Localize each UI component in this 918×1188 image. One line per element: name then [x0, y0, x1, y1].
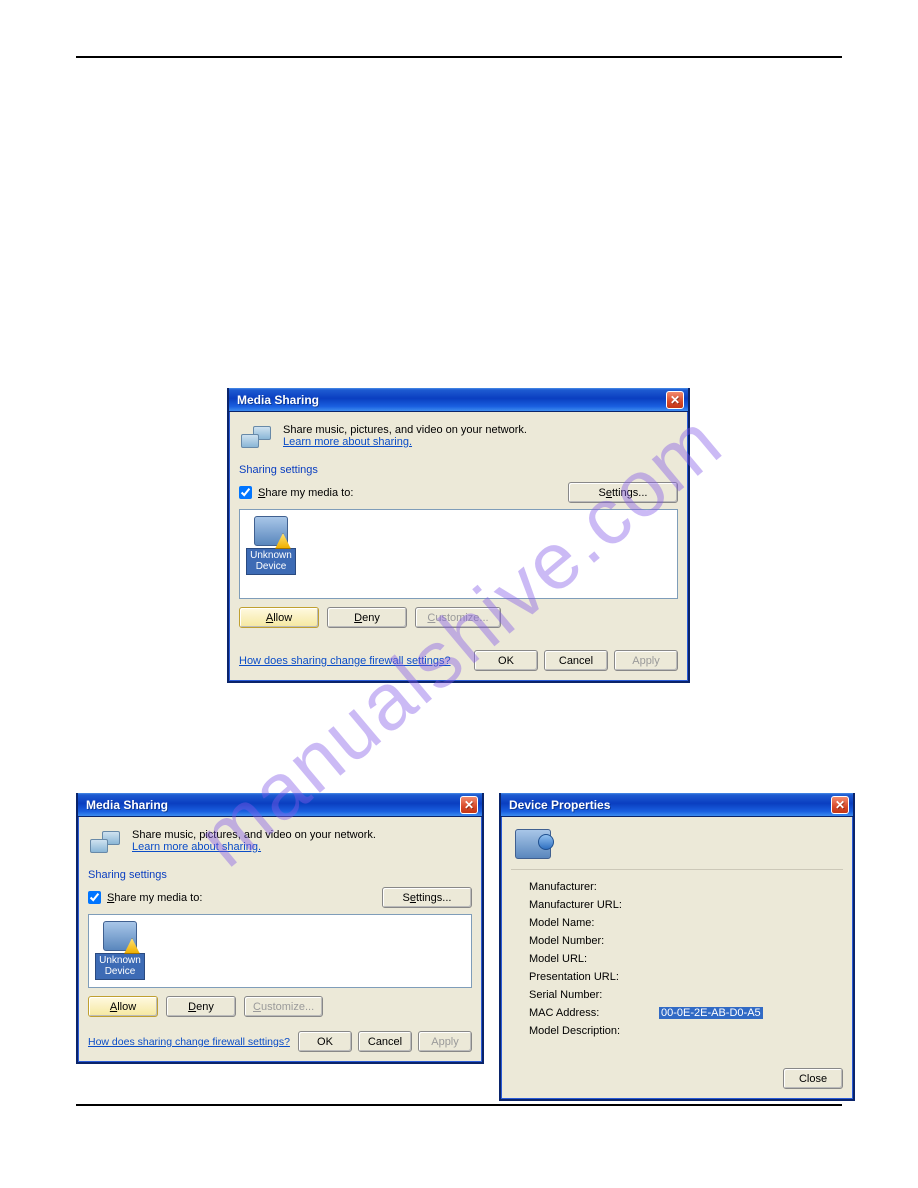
- allow-button[interactable]: Allow: [88, 996, 158, 1017]
- mac-address-value[interactable]: 00-0E-2E-AB-D0-A5: [659, 1007, 763, 1019]
- titlebar[interactable]: Media Sharing ✕: [78, 793, 482, 817]
- page-rule-bottom: [76, 1104, 842, 1106]
- share-checkbox-input[interactable]: [88, 891, 101, 904]
- device-icon: [254, 516, 288, 546]
- field-model-url: Model URL:: [529, 950, 843, 968]
- title: Device Properties: [509, 798, 831, 812]
- device-list[interactable]: Unknown Device: [88, 914, 472, 988]
- page-rule-top: [76, 56, 842, 58]
- share-checkbox[interactable]: Share my media to:: [239, 486, 353, 499]
- customize-button: Customize...: [415, 607, 501, 628]
- learn-more-link[interactable]: Learn more about sharing.: [283, 436, 412, 448]
- ok-button[interactable]: OK: [298, 1031, 352, 1052]
- media-sharing-dialog-2: Media Sharing ✕ Share music, pictures, a…: [76, 793, 484, 1064]
- intro-row: Share music, pictures, and video on your…: [239, 420, 678, 458]
- device-icon: [103, 921, 137, 951]
- device-properties-dialog: Device Properties ✕ Manufacturer: Manufa…: [499, 793, 855, 1101]
- field-model-description: Model Description:: [529, 1022, 843, 1040]
- field-presentation-url: Presentation URL:: [529, 968, 843, 986]
- share-checkbox-input[interactable]: [239, 486, 252, 499]
- field-manufacturer-url: Manufacturer URL:: [529, 896, 843, 914]
- intro-text: Share music, pictures, and video on your…: [283, 424, 527, 436]
- share-row: Share my media to: Settings...: [239, 480, 678, 505]
- network-monitors-icon: [90, 829, 122, 857]
- close-icon[interactable]: ✕: [460, 796, 478, 814]
- intro-row: Share music, pictures, and video on your…: [88, 825, 472, 863]
- device-list[interactable]: Unknown Device: [239, 509, 678, 599]
- share-checkbox-label: Share my media to:: [107, 892, 202, 904]
- field-manufacturer: Manufacturer:: [529, 878, 843, 896]
- deny-button[interactable]: Deny: [327, 607, 407, 628]
- close-button[interactable]: Close: [783, 1068, 843, 1089]
- apply-button: Apply: [418, 1031, 472, 1052]
- settings-button[interactable]: Settings...: [568, 482, 678, 503]
- firewall-link[interactable]: How does sharing change firewall setting…: [88, 1036, 290, 1048]
- allow-button[interactable]: Allow: [239, 607, 319, 628]
- share-row: Share my media to: Settings...: [88, 885, 472, 910]
- close-icon[interactable]: ✕: [831, 796, 849, 814]
- settings-button[interactable]: Settings...: [382, 887, 472, 908]
- share-checkbox-label: Share my media to:: [258, 487, 353, 499]
- cancel-button[interactable]: Cancel: [544, 650, 608, 671]
- field-model-number: Model Number:: [529, 932, 843, 950]
- close-icon[interactable]: ✕: [666, 391, 684, 409]
- group-label: Sharing settings: [239, 464, 678, 476]
- intro-text: Share music, pictures, and video on your…: [132, 829, 376, 841]
- customize-button: Customize...: [244, 996, 323, 1017]
- ok-button[interactable]: OK: [474, 650, 538, 671]
- titlebar[interactable]: Device Properties ✕: [501, 793, 853, 817]
- firewall-link[interactable]: How does sharing change firewall setting…: [239, 655, 451, 667]
- unknown-device[interactable]: Unknown Device: [95, 921, 145, 980]
- deny-button[interactable]: Deny: [166, 996, 236, 1017]
- field-mac-address: MAC Address: 00-0E-2E-AB-D0-A5: [529, 1004, 843, 1022]
- property-list: Manufacturer: Manufacturer URL: Model Na…: [529, 878, 843, 1040]
- field-serial-number: Serial Number:: [529, 986, 843, 1004]
- network-monitors-icon: [241, 424, 273, 452]
- title: Media Sharing: [237, 393, 666, 407]
- learn-more-link[interactable]: Learn more about sharing.: [132, 841, 261, 853]
- field-model-name: Model Name:: [529, 914, 843, 932]
- device-icon: [515, 829, 551, 859]
- group-label: Sharing settings: [88, 869, 472, 881]
- titlebar[interactable]: Media Sharing ✕: [229, 388, 688, 412]
- media-sharing-dialog-1: Media Sharing ✕ Share music, pictures, a…: [227, 388, 690, 683]
- unknown-device[interactable]: Unknown Device: [246, 516, 296, 575]
- share-checkbox[interactable]: Share my media to:: [88, 891, 202, 904]
- apply-button: Apply: [614, 650, 678, 671]
- cancel-button[interactable]: Cancel: [358, 1031, 412, 1052]
- title: Media Sharing: [86, 798, 460, 812]
